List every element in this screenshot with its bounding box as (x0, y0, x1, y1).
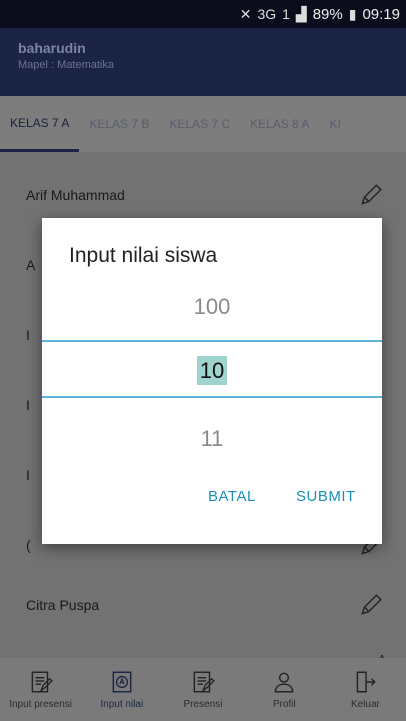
tab-kelas-8a[interactable]: KELAS 8 A (240, 96, 319, 152)
picker-prev-value[interactable]: 100 (42, 294, 382, 320)
person-icon (274, 672, 294, 693)
signal-icon: ▟ (295, 5, 307, 22)
clipboard-icon (193, 671, 215, 693)
nav-keluar[interactable]: Keluar (325, 658, 406, 721)
input-grade-dialog: Input nilai siswa 100 10 11 BATAL SUBMIT (42, 218, 382, 544)
mute-icon: ✕ (239, 5, 252, 22)
status-bar: ✕ 3G 1 ▟ 89% ▮ 09:19 (0, 0, 406, 28)
class-tabs: KELAS 7 A KELAS 7 B KELAS 7 C KELAS 8 A … (0, 96, 406, 152)
student-name: I (26, 467, 30, 483)
nav-presensi[interactable]: Presensi (162, 658, 243, 721)
app-header: baharudin Mapel : Matematika (0, 28, 406, 96)
bottom-nav: Input presensi Input nilai Presensi Prof… (0, 658, 406, 721)
nav-label: Keluar (350, 699, 380, 710)
tab-next[interactable]: KI (320, 96, 351, 152)
tab-kelas-7a[interactable]: KELAS 7 A (0, 96, 80, 152)
logout-icon (357, 671, 377, 693)
picker-selected-value[interactable]: 10 (196, 356, 228, 385)
clipboard-edit-icon (31, 671, 53, 693)
sim-indicator: 1 (282, 6, 290, 22)
nav-label: Profil (272, 699, 296, 710)
picker-next-value[interactable]: 11 (42, 426, 382, 452)
nav-label: Input presensi (9, 699, 73, 710)
student-name: ( (26, 537, 31, 553)
student-name: A (26, 257, 36, 273)
battery-level: 89% (312, 5, 343, 23)
picker-selected[interactable]: 10 (42, 356, 382, 385)
grade-badge-icon (112, 671, 132, 693)
subject-label: Mapel : Matematika (18, 59, 114, 71)
clock: 09:19 (362, 5, 400, 23)
network-type: 3G (257, 6, 277, 22)
submit-button[interactable]: SUBMIT (296, 488, 356, 505)
nav-input-nilai[interactable]: Input nilai (81, 658, 162, 721)
student-name: Arif Muhammad (26, 187, 125, 203)
picker-divider-top (42, 340, 382, 342)
teacher-name: baharudin (18, 40, 86, 56)
student-name: I (26, 327, 30, 343)
tab-kelas-7c[interactable]: KELAS 7 C (159, 96, 240, 152)
dialog-title: Input nilai siswa (69, 244, 218, 267)
pencil-icon[interactable] (358, 182, 384, 208)
student-name: I (26, 397, 30, 413)
student-name: Citra Puspa (26, 597, 100, 613)
cancel-button[interactable]: BATAL (208, 488, 256, 505)
nav-profil[interactable]: Profil (244, 658, 325, 721)
nav-label: Input nilai (100, 699, 144, 710)
picker-divider-bottom (42, 396, 382, 398)
pencil-icon[interactable] (358, 592, 384, 618)
nav-input-presensi[interactable]: Input presensi (0, 658, 81, 721)
list-item[interactable]: Citra Puspa (0, 570, 406, 640)
tab-kelas-7b[interactable]: KELAS 7 B (79, 96, 159, 152)
nav-label: Presensi (183, 699, 223, 710)
battery-icon: ▮ (348, 5, 357, 22)
